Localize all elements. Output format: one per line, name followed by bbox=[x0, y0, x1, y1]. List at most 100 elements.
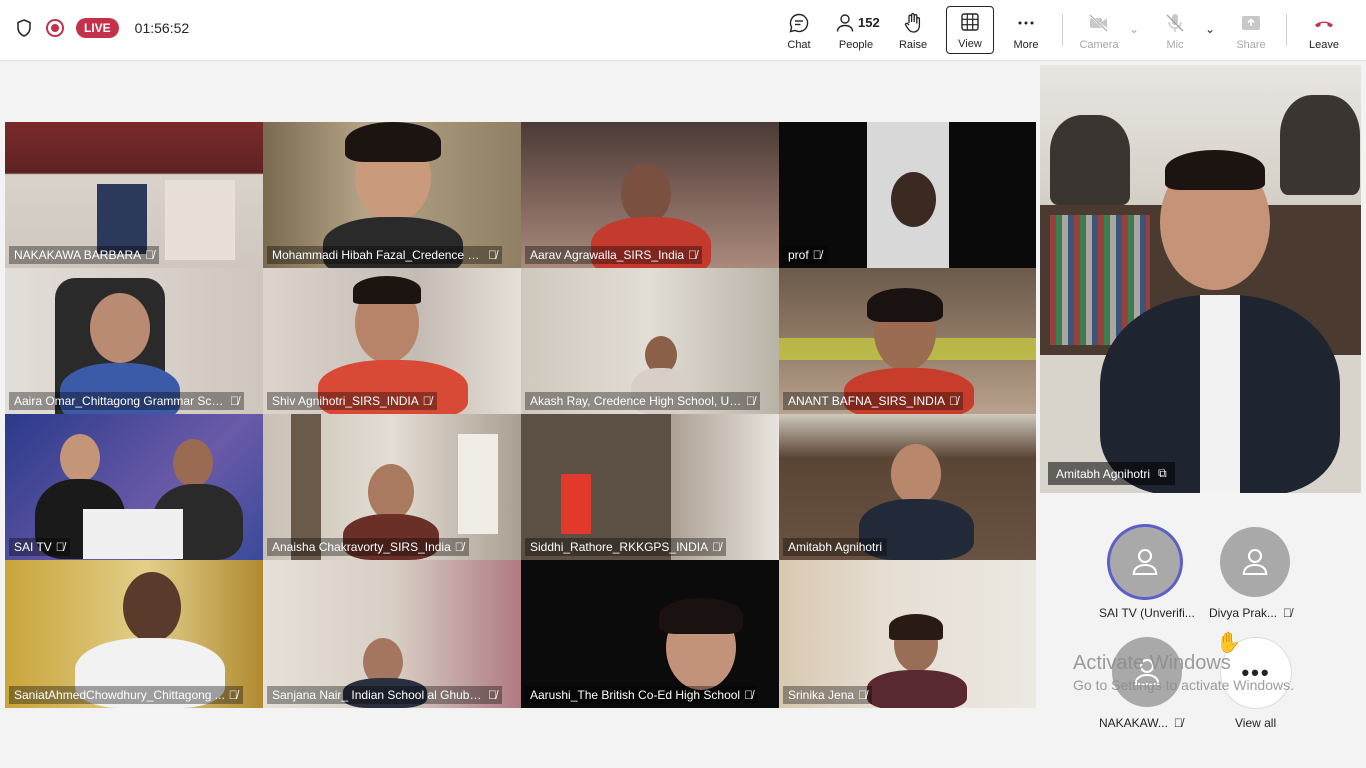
video-tile[interactable]: Aaira Omar_Chittagong Grammar Scho... 🎙̸ bbox=[5, 268, 263, 414]
mic-muted-icon: 🎙̸ bbox=[422, 394, 432, 408]
people-count: 152 bbox=[858, 15, 880, 30]
view-label: View bbox=[958, 38, 982, 50]
mic-muted-icon: 🎙̸ bbox=[454, 540, 464, 554]
watermark-subtitle: Go to Settings to activate Windows. bbox=[1073, 677, 1294, 693]
spotlight-name: Amitabh Agnihotri bbox=[1056, 466, 1151, 481]
spotlight-video[interactable]: Amitabh Agnihotri ⧉ bbox=[1040, 65, 1361, 493]
avatar-name: Divya Prak... 🎙̸ bbox=[1209, 606, 1293, 620]
participant-label: Sanjana Nair_ Indian School al Ghubra...… bbox=[267, 686, 502, 704]
leave-button[interactable]: Leave bbox=[1297, 8, 1351, 54]
video-tile[interactable]: SaniatAhmedChowdhury_Chittagong ... 🎙̸ bbox=[5, 560, 263, 708]
avatar[interactable] bbox=[1110, 527, 1180, 597]
camera-button[interactable]: Camera bbox=[1072, 8, 1126, 54]
video-grid: NAKAKAWA BARBARA 🎙̸ Mohammadi Hibah Fazal… bbox=[5, 122, 1036, 708]
participant-label: SAI TV 🎙̸ bbox=[9, 538, 70, 556]
share-label: Share bbox=[1236, 39, 1266, 51]
mic-muted-icon: 🎙̸ bbox=[744, 688, 754, 702]
more-dots-icon bbox=[1018, 21, 1034, 25]
video-tile[interactable]: Anaisha Chakravorty_SIRS_India 🎙̸ bbox=[263, 414, 521, 560]
camera-label: Camera bbox=[1079, 39, 1119, 51]
mic-button[interactable]: Mic bbox=[1148, 8, 1202, 54]
video-tile[interactable]: prof 🎙̸ bbox=[779, 122, 1036, 268]
chat-label: Chat bbox=[787, 39, 811, 51]
toolbar-divider bbox=[1062, 14, 1063, 46]
raise-hand-button[interactable]: Raise bbox=[886, 8, 940, 54]
mic-muted-icon: 🎙̸ bbox=[712, 540, 722, 554]
mic-options-chevron-icon[interactable]: ⌄ bbox=[1205, 22, 1215, 36]
video-tile[interactable]: Aarushi_The British Co-Ed High School 🎙̸ bbox=[521, 560, 779, 708]
participant-label: Anaisha Chakravorty_SIRS_India 🎙̸ bbox=[267, 538, 469, 556]
avatar-name: NAKAKAW... 🎙̸ bbox=[1099, 716, 1183, 730]
person-icon bbox=[1132, 548, 1158, 576]
participant-label: Srinika Jena 🎙̸ bbox=[783, 686, 873, 704]
mic-muted-icon: 🎙̸ bbox=[228, 688, 238, 702]
mic-muted-icon: 🎙̸ bbox=[230, 394, 239, 408]
windows-activation-watermark: Activate Windows Go to Settings to activ… bbox=[1073, 652, 1294, 693]
video-tile[interactable]: NAKAKAWA BARBARA 🎙̸ bbox=[5, 122, 263, 268]
participant-label: prof 🎙̸ bbox=[783, 246, 827, 264]
participant-label: Mohammadi Hibah Fazal_Credence Hi... 🎙̸ bbox=[267, 246, 502, 264]
chat-icon bbox=[789, 13, 809, 33]
video-tile[interactable]: Akash Ray, Credence High School, UAE 🎙̸ bbox=[521, 268, 779, 414]
video-tile[interactable]: Mohammadi Hibah Fazal_Credence Hi... 🎙̸ bbox=[263, 122, 521, 268]
more-label: More bbox=[1013, 39, 1039, 51]
participant-label: ANANT BAFNA_SIRS_INDIA 🎙̸ bbox=[783, 392, 964, 410]
participant-label: NAKAKAWA BARBARA 🎙̸ bbox=[9, 246, 160, 264]
mic-muted-icon: 🎙̸ bbox=[949, 394, 959, 408]
avatar[interactable] bbox=[1220, 527, 1290, 597]
recording-icon[interactable] bbox=[46, 19, 64, 37]
spotlight-label: Amitabh Agnihotri ⧉ bbox=[1048, 462, 1175, 485]
chat-button[interactable]: Chat bbox=[772, 8, 826, 54]
screen-share-icon: ⧉ bbox=[1158, 466, 1167, 480]
camera-off-icon bbox=[1089, 14, 1108, 32]
mic-muted-icon: 🎙̸ bbox=[688, 248, 698, 262]
hand-icon bbox=[904, 13, 921, 33]
mic-muted-icon: 🎙̸ bbox=[746, 394, 755, 408]
camera-options-chevron-icon[interactable]: ⌄ bbox=[1129, 22, 1139, 36]
leave-label: Leave bbox=[1309, 39, 1339, 51]
live-badge: LIVE bbox=[76, 18, 119, 38]
watermark-title: Activate Windows bbox=[1073, 652, 1231, 674]
meeting-toolbar: LIVE 01:56:52 Chat People 152 Raise View… bbox=[0, 0, 1366, 61]
video-tile[interactable]: Sanjana Nair_ Indian School al Ghubra...… bbox=[263, 560, 521, 708]
participant-label: Aarav Agrawalla_SIRS_India 🎙̸ bbox=[525, 246, 703, 264]
mic-muted-icon: 🎙̸ bbox=[858, 688, 868, 702]
meeting-status: LIVE 01:56:52 bbox=[14, 18, 189, 38]
meeting-timer: 01:56:52 bbox=[134, 20, 190, 36]
share-icon bbox=[1242, 16, 1260, 30]
share-button[interactable]: Share bbox=[1224, 8, 1278, 54]
grid-view-icon bbox=[961, 13, 979, 31]
raise-label: Raise bbox=[898, 39, 928, 51]
shield-icon[interactable] bbox=[14, 18, 34, 38]
video-tile[interactable]: Srinika Jena 🎙̸ bbox=[779, 560, 1036, 708]
video-tile[interactable]: Aarav Agrawalla_SIRS_India 🎙̸ bbox=[521, 122, 779, 268]
mic-muted-icon: 🎙̸ bbox=[812, 248, 822, 262]
mic-muted-icon: 🎙̸ bbox=[55, 540, 65, 554]
participant-label: Shiv Agnihotri_SIRS_INDIA 🎙̸ bbox=[267, 392, 437, 410]
participant-label: Aarushi_The British Co-Ed High School 🎙̸ bbox=[525, 686, 759, 704]
video-tile[interactable]: Amitabh Agnihotri bbox=[779, 414, 1036, 560]
participant-label: Amitabh Agnihotri bbox=[783, 538, 888, 556]
video-tile[interactable]: Siddhi_Rathore_RKKGPS_INDIA 🎙̸ bbox=[521, 414, 779, 560]
mic-label: Mic bbox=[1166, 39, 1184, 51]
participant-label: Akash Ray, Credence High School, UAE 🎙̸ bbox=[525, 392, 760, 410]
video-tile[interactable]: ANANT BAFNA_SIRS_INDIA 🎙̸ bbox=[779, 268, 1036, 414]
video-tile[interactable]: Shiv Agnihotri_SIRS_INDIA 🎙̸ bbox=[263, 268, 521, 414]
hang-up-icon bbox=[1315, 21, 1333, 28]
mic-muted-icon: 🎙̸ bbox=[145, 248, 155, 262]
view-all-label: View all bbox=[1235, 716, 1277, 730]
view-button[interactable]: View bbox=[946, 6, 994, 54]
people-label: People bbox=[838, 39, 874, 51]
avatar-name: SAI TV (Unverifi... bbox=[1099, 606, 1195, 620]
mic-muted-icon: 🎙̸ bbox=[488, 248, 497, 262]
mic-off-icon bbox=[1166, 14, 1184, 32]
mic-muted-icon: 🎙̸ bbox=[1173, 716, 1183, 730]
person-icon bbox=[1242, 548, 1268, 576]
participant-label: Aaira Omar_Chittagong Grammar Scho... 🎙̸ bbox=[9, 392, 244, 410]
video-tile[interactable]: SAI TV 🎙̸ bbox=[5, 414, 263, 560]
participant-label: SaniatAhmedChowdhury_Chittagong ... 🎙̸ bbox=[9, 686, 243, 704]
mic-muted-icon: 🎙̸ bbox=[488, 688, 497, 702]
mic-muted-icon: 🎙̸ bbox=[1283, 606, 1293, 620]
people-icon bbox=[836, 14, 854, 32]
more-button[interactable]: More bbox=[999, 8, 1053, 54]
